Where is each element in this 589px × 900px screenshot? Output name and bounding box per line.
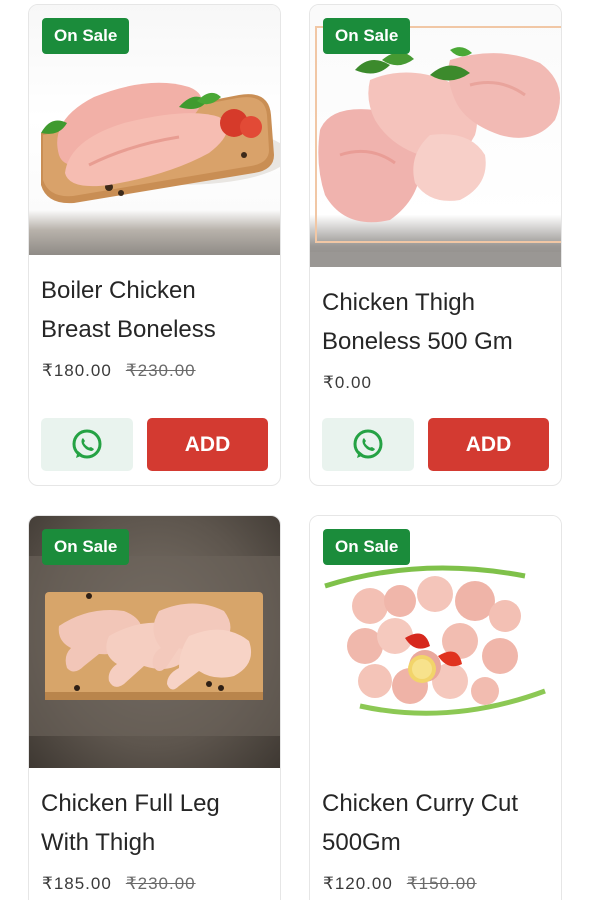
sale-price: ₹120.00 bbox=[323, 874, 393, 893]
sale-price: ₹0.00 bbox=[323, 373, 372, 392]
price-row: ₹0.00 bbox=[310, 373, 561, 393]
product-title-line: With Thigh bbox=[41, 829, 156, 856]
original-price: ₹230.00 bbox=[125, 874, 196, 893]
product-image-chicken-thigh[interactable]: On Sale bbox=[310, 5, 561, 267]
on-sale-badge: On Sale bbox=[42, 529, 130, 565]
card-actions: ADD bbox=[41, 418, 268, 471]
product-title-line: Chicken Full Leg bbox=[41, 790, 220, 817]
product-title[interactable]: Chicken Full Leg With Thigh bbox=[29, 784, 280, 862]
original-price: ₹230.00 bbox=[125, 361, 196, 380]
product-title[interactable]: Boiler Chicken Breast Boneless bbox=[29, 271, 280, 349]
product-title-line: Boiler Chicken bbox=[41, 277, 196, 304]
sale-price: ₹185.00 bbox=[42, 874, 112, 893]
product-card[interactable]: On Sale Boiler Chicken Breast Boneless ₹… bbox=[28, 4, 281, 486]
sale-price: ₹180.00 bbox=[42, 361, 112, 380]
product-title-line: Breast Boneless bbox=[41, 316, 216, 343]
whatsapp-icon bbox=[72, 429, 102, 458]
price-row: ₹185.00 ₹230.00 bbox=[29, 874, 280, 894]
product-image-chicken-breast[interactable]: On Sale bbox=[29, 5, 280, 255]
original-price: ₹150.00 bbox=[406, 874, 477, 893]
product-title[interactable]: Chicken Thigh Boneless 500 Gm bbox=[310, 283, 561, 361]
product-image-chicken-leg[interactable]: On Sale bbox=[29, 516, 280, 768]
product-grid: On Sale Boiler Chicken Breast Boneless ₹… bbox=[0, 0, 589, 900]
whatsapp-icon bbox=[353, 429, 383, 458]
on-sale-badge: On Sale bbox=[323, 18, 411, 54]
whatsapp-button[interactable] bbox=[41, 418, 133, 471]
product-card[interactable]: On Sale Chicken Full Leg With Thigh ₹185… bbox=[28, 515, 281, 900]
add-to-cart-button[interactable]: ADD bbox=[428, 418, 549, 471]
product-title-line: Chicken Curry Cut bbox=[322, 790, 519, 817]
product-title-line: Chicken Thigh bbox=[322, 289, 475, 316]
product-title[interactable]: Chicken Curry Cut 500Gm bbox=[310, 784, 561, 862]
add-to-cart-button[interactable]: ADD bbox=[147, 418, 268, 471]
on-sale-badge: On Sale bbox=[323, 529, 411, 565]
on-sale-badge: On Sale bbox=[42, 18, 130, 54]
whatsapp-button[interactable] bbox=[322, 418, 414, 471]
product-title-line: Boneless 500 Gm bbox=[322, 328, 513, 355]
price-row: ₹120.00 ₹150.00 bbox=[310, 874, 561, 894]
product-card[interactable]: On Sale Chicken Thigh Boneless 500 Gm ₹0… bbox=[309, 4, 562, 486]
product-image-chicken-curry-cut[interactable]: On Sale bbox=[310, 516, 561, 768]
product-card[interactable]: On Sale Chicken Curry Cut 500Gm ₹120.00 ₹… bbox=[309, 515, 562, 900]
price-row: ₹180.00 ₹230.00 bbox=[29, 361, 280, 381]
product-title-line: 500Gm bbox=[322, 829, 401, 856]
card-actions: ADD bbox=[322, 418, 549, 471]
